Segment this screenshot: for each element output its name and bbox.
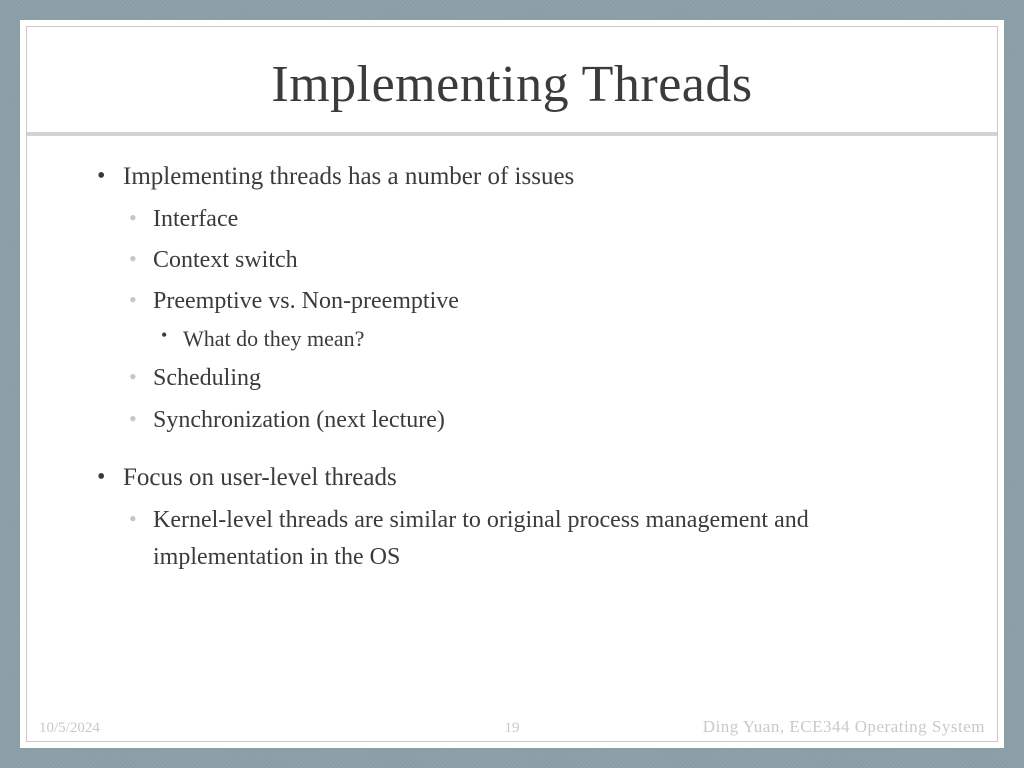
sub-bullet-list: Interface Context switch Preemptive vs. … [123,201,937,439]
slide-inner: Implementing Threads Implementing thread… [26,26,998,742]
bullet-text: Focus on user-level threads [123,464,397,491]
subsub-bullet-item: What do they mean? [153,322,937,356]
bullet-text: Context switch [153,247,298,273]
sub-bullet-item: Kernel-level threads are similar to orig… [123,502,937,576]
slide-footer: 10/5/2024 19 Ding Yuan, ECE344 Operating… [27,717,997,737]
spacer [87,445,937,459]
slide-outer: Implementing Threads Implementing thread… [20,20,1004,748]
footer-author: Ding Yuan, ECE344 Operating System [703,717,985,737]
footer-date: 10/5/2024 [39,720,100,737]
sub-bullet-item: Preemptive vs. Non-preemptive What do th… [123,283,937,356]
sub-bullet-item: Context switch [123,242,937,279]
slide-content: Implementing threads has a number of iss… [27,136,997,582]
bullet-text: Scheduling [153,365,261,391]
bullet-text: Kernel-level threads are similar to orig… [153,507,809,570]
footer-page-number: 19 [505,720,520,737]
bullet-list: Implementing threads has a number of iss… [87,158,937,439]
bullet-text: Implementing threads has a number of iss… [123,163,574,190]
bullet-list: Focus on user-level threads Kernel-level… [87,459,937,576]
sub-bullet-list: Kernel-level threads are similar to orig… [123,502,937,576]
sub-bullet-item: Synchronization (next lecture) [123,402,937,439]
bullet-item: Implementing threads has a number of iss… [87,158,937,439]
bullet-text: Preemptive vs. Non-preemptive [153,288,459,314]
bullet-text: Interface [153,206,238,232]
title-box: Implementing Threads [27,27,997,132]
bullet-text: Synchronization (next lecture) [153,407,445,433]
bullet-text: What do they mean? [183,326,364,351]
sub-bullet-item: Interface [123,201,937,238]
sub-bullet-item: Scheduling [123,360,937,397]
bullet-item: Focus on user-level threads Kernel-level… [87,459,937,576]
slide-title: Implementing Threads [47,55,977,114]
subsub-bullet-list: What do they mean? [153,322,937,356]
